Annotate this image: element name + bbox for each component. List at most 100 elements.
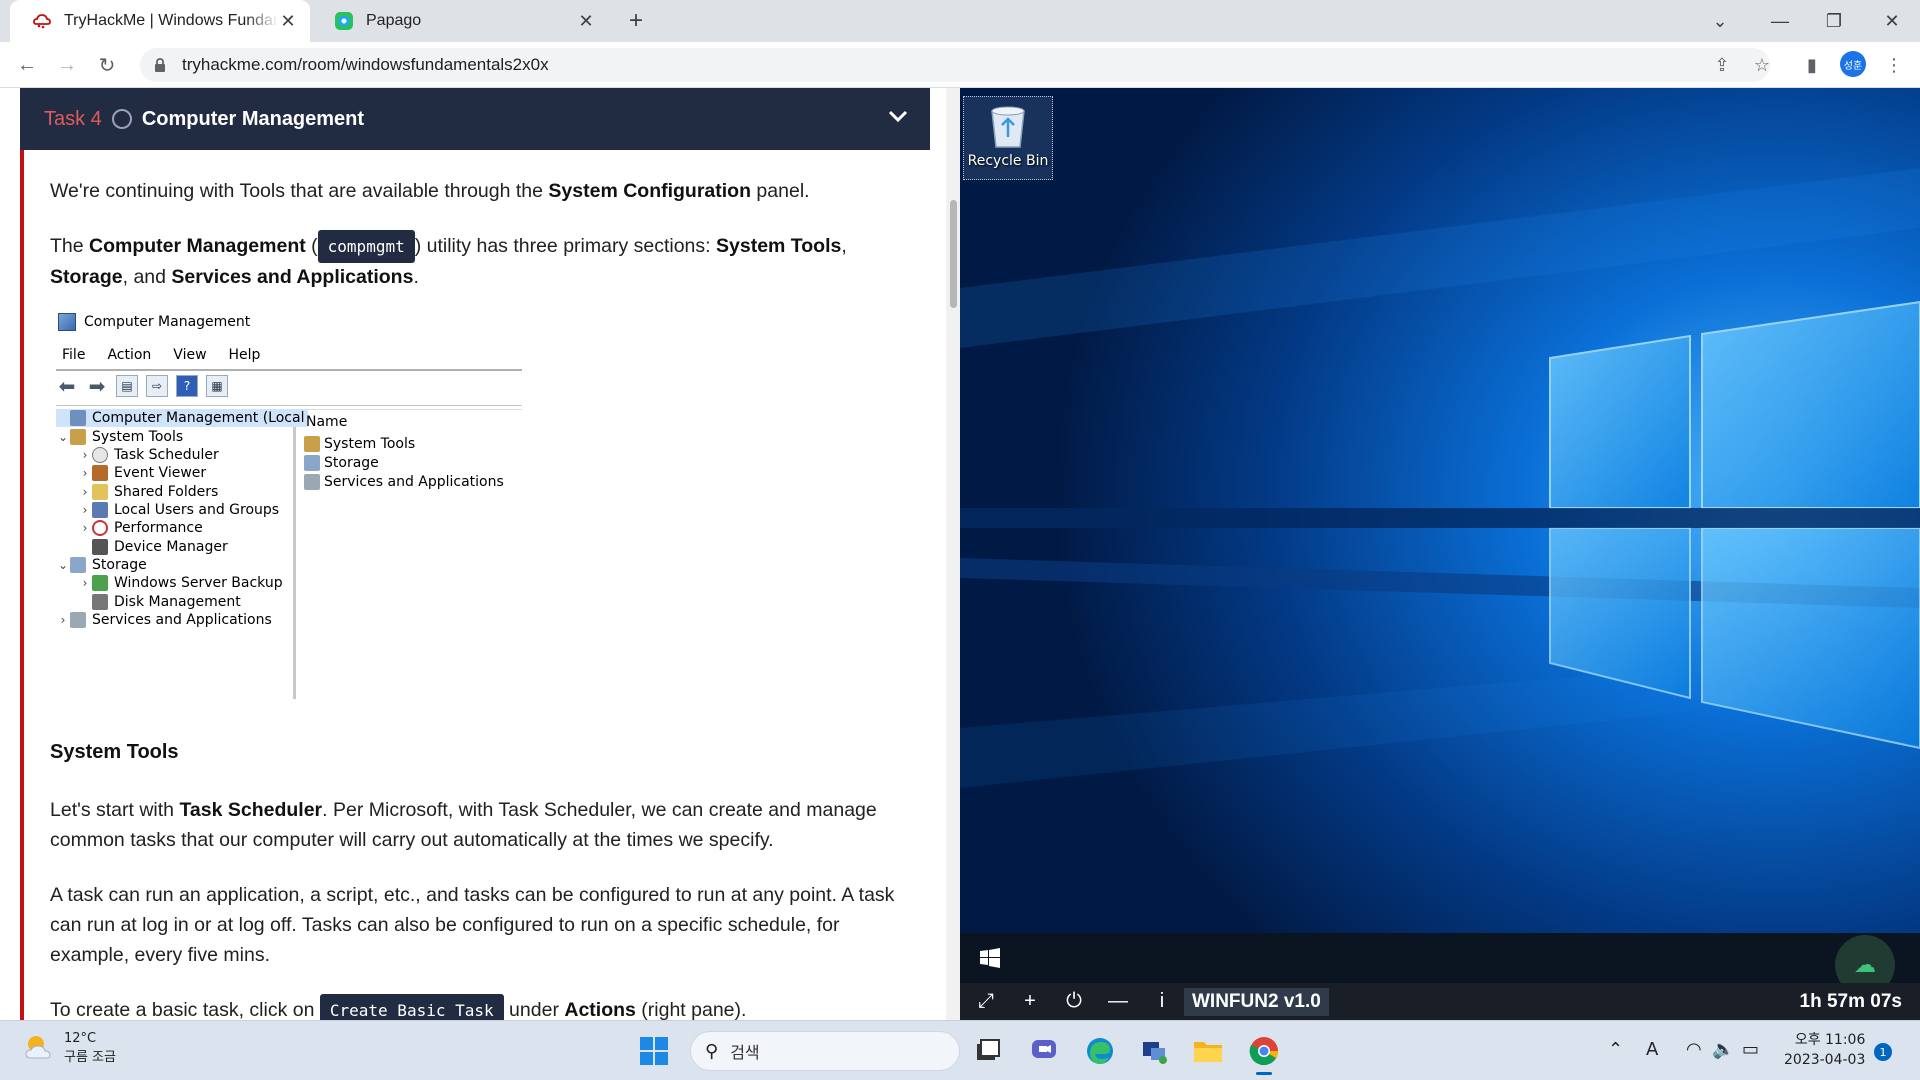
recycle-bin-label: Recycle Bin <box>967 153 1049 169</box>
scrollbar-thumb[interactable] <box>950 200 957 308</box>
tree-node: Device Manager <box>78 538 228 556</box>
task-status-circle-icon <box>111 109 132 129</box>
tree-node: › Event Viewer <box>82 465 207 481</box>
restore-icon[interactable]: ❐ <box>1806 0 1862 42</box>
export-list-icon: ⇨ <box>146 375 168 397</box>
tree-node: › Shared Folders <box>82 484 219 500</box>
wifi-icon[interactable]: ◠ <box>1686 1039 1702 1060</box>
performance-icon <box>92 520 108 536</box>
cm-menu-help: Help <box>228 347 261 363</box>
weather-desc: 구름 조금 <box>64 1050 116 1065</box>
tree-node: Disk Management <box>78 593 241 611</box>
tab-tryhackme[interactable]: TryHackMe | Windows Fundamentals 2 ✕ <box>10 0 310 42</box>
device-manager-icon <box>92 539 108 555</box>
computer-icon <box>70 410 86 426</box>
minimize-icon[interactable]: — <box>1752 0 1808 42</box>
computer-management-screenshot: Computer Management File Action View Hel… <box>50 309 530 709</box>
paragraph-create-task: To create a basic task, click on Create … <box>50 994 910 1020</box>
notification-badge[interactable]: 1 <box>1874 1043 1892 1061</box>
tools-icon <box>304 436 320 452</box>
weather-widget[interactable]: 12°C 구름 조금 <box>22 1031 116 1065</box>
power-icon[interactable]: ⏻ <box>1054 983 1094 1020</box>
services-icon <box>70 612 86 628</box>
show-hidden-icons-icon[interactable]: ⌃ <box>1608 1039 1623 1060</box>
fullscreen-icon[interactable]: ⤢ <box>966 983 1006 1020</box>
reload-icon[interactable]: ↻ <box>91 49 123 81</box>
share-icon[interactable]: ⇪ <box>1708 51 1736 79</box>
weather-temp: 12°C <box>64 1031 97 1046</box>
recycle-bin-shortcut[interactable]: Recycle Bin <box>963 96 1053 180</box>
event-viewer-icon <box>92 465 108 481</box>
edge-icon[interactable] <box>1082 1033 1118 1069</box>
remote-desktop-view[interactable]: Recycle Bin ☁ ⤢ + ⏻ — i WINFUN2 v1.0 1h … <box>960 88 1920 1020</box>
tools-icon <box>70 429 86 445</box>
forward-icon[interactable]: → <box>51 49 83 81</box>
browser-toolbar: ← → ↻ tryhackme.com/room/windowsfundamen… <box>0 42 1920 88</box>
cm-toolbar: ⬅ ➡ ▤ ⇨ ? ▦ <box>56 375 228 397</box>
room-content-panel: Task 4 Computer Management We're continu… <box>0 88 960 1020</box>
cm-tree-pane: Computer Management (Local ⌄ System Tools… <box>56 409 309 699</box>
close-tab-icon[interactable]: ✕ <box>278 11 298 31</box>
cm-menu-file: File <box>62 347 86 363</box>
shared-folder-icon <box>92 484 108 500</box>
address-bar[interactable]: tryhackme.com/room/windowsfundamentals2x… <box>140 48 1770 82</box>
cm-divider <box>56 405 522 406</box>
heading-system-tools: System Tools <box>50 741 179 763</box>
back-icon[interactable]: ← <box>11 49 43 81</box>
task-header[interactable]: Task 4 Computer Management <box>20 88 930 150</box>
clock-date: 2023-04-03 <box>1784 1052 1866 1068</box>
paragraph-task-run: A task can run an application, a script,… <box>50 884 895 966</box>
task-accent-bar <box>20 150 24 1020</box>
task-view-icon[interactable] <box>970 1033 1006 1069</box>
cm-window-title: Computer Management <box>58 313 250 331</box>
vm-control-bar: ⤢ + ⏻ — i WINFUN2 v1.0 1h 57m 07s <box>960 983 1920 1020</box>
cm-menubar: File Action View Help <box>62 346 260 364</box>
tab-papago[interactable]: Papago ✕ <box>312 0 608 42</box>
chevron-down-icon[interactable] <box>888 106 908 129</box>
profile-avatar[interactable]: 성훈 <box>1840 51 1866 77</box>
battery-icon[interactable]: ▭ <box>1742 1039 1759 1060</box>
bookmark-star-icon[interactable]: ☆ <box>1748 51 1776 79</box>
tree-node: › Local Users and Groups <box>82 502 280 518</box>
minimize-vm-icon[interactable]: — <box>1098 983 1138 1020</box>
info-icon[interactable]: i <box>1142 983 1182 1020</box>
tree-node: Computer Management (Local <box>56 409 309 427</box>
menu-dots-icon[interactable]: ⋮ <box>1880 51 1908 79</box>
new-tab-button[interactable]: + <box>622 8 650 36</box>
taskbar-search-box[interactable]: ⚲ 검색 <box>690 1031 960 1071</box>
close-tab-icon[interactable]: ✕ <box>576 11 596 31</box>
users-icon <box>92 502 108 518</box>
forward-arrow-icon: ➡ <box>88 374 106 398</box>
teams-chat-icon[interactable] <box>1026 1033 1062 1069</box>
list-column-name: Name <box>302 409 522 433</box>
browser-tab-strip: TryHackMe | Windows Fundamentals 2 ✕ Pap… <box>0 0 1920 42</box>
cm-divider <box>56 369 522 371</box>
close-window-icon[interactable]: ✕ <box>1864 0 1920 42</box>
side-panel-icon[interactable]: ▮ <box>1798 51 1826 79</box>
backup-icon <box>92 575 108 591</box>
vm-timer: 1h 57m 07s <box>1799 991 1902 1012</box>
ime-indicator-icon[interactable]: A <box>1646 1039 1658 1060</box>
partly-cloudy-icon <box>25 1036 51 1059</box>
url-text: tryhackme.com/room/windowsfundamentals2x… <box>182 55 549 74</box>
console-tree-icon: ▤ <box>116 375 138 397</box>
volume-icon[interactable]: 🔈 <box>1712 1039 1734 1060</box>
task-title: Computer Management <box>141 107 365 130</box>
task-number: Task 4 <box>44 107 102 130</box>
storage-icon <box>304 455 320 471</box>
chrome-icon[interactable] <box>1246 1033 1282 1075</box>
paragraph-intro: We're continuing with Tools that are ava… <box>50 180 810 202</box>
code-create-basic-task: Create Basic Task <box>319 994 504 1020</box>
tab-search-icon[interactable]: ⌄ <box>1692 0 1748 42</box>
start-button-icon[interactable] <box>640 1037 668 1065</box>
tab-title: Papago <box>366 12 422 29</box>
clock-icon <box>92 447 108 463</box>
list-item: Services and Applications <box>304 473 504 491</box>
tab-title: TryHackMe | Windows Fundamentals 2 <box>64 12 278 29</box>
taskbar-clock[interactable]: 오후 11:06 2023-04-03 <box>1784 1030 1865 1070</box>
vm-name-badge: WINFUN2 v1.0 <box>1184 988 1329 1016</box>
file-explorer-icon[interactable] <box>1190 1033 1226 1069</box>
windows-start-icon[interactable] <box>980 948 1000 968</box>
add-time-icon[interactable]: + <box>1010 983 1050 1020</box>
network-admin-app-icon[interactable] <box>1136 1033 1172 1069</box>
